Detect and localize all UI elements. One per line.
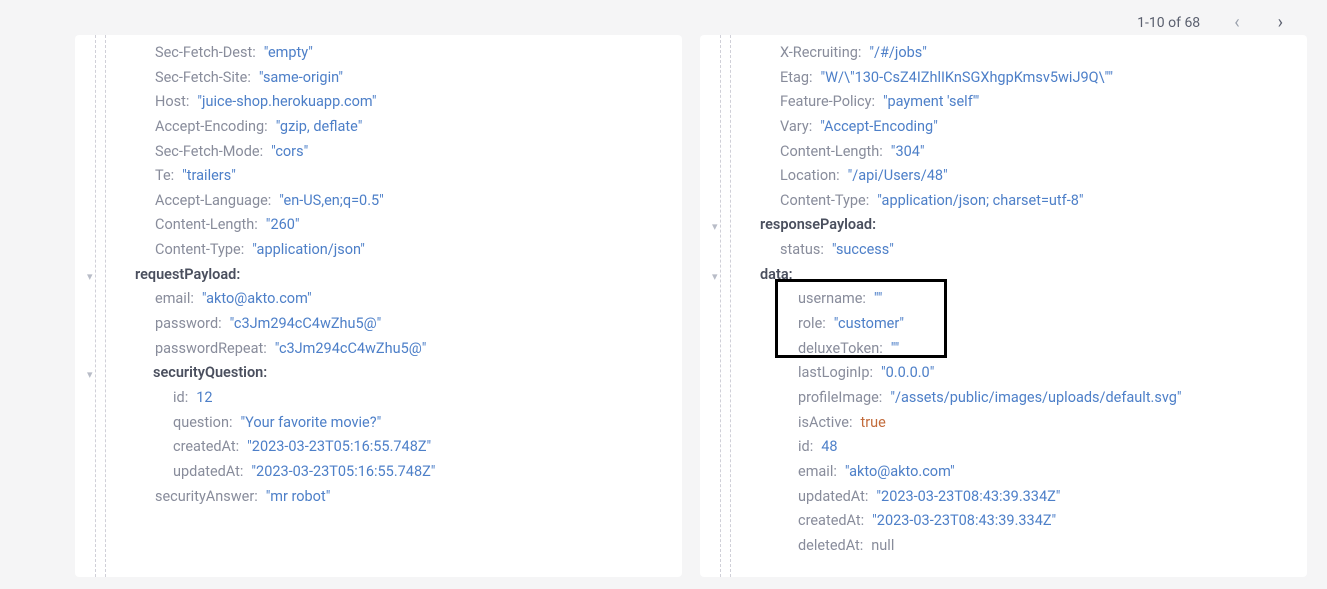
kv-val: "W/\"130-CsZ4IZhlIKnSGXhgpKmsv5wiJ9Q\"" bbox=[821, 66, 1114, 91]
kv-val: "/#/jobs" bbox=[869, 41, 927, 66]
security-question-section[interactable]: ▾ securityQuestion: bbox=[115, 361, 662, 386]
chevron-down-icon: ▾ bbox=[712, 218, 718, 237]
kv-val: "c3Jm294cC4wZhu5@" bbox=[230, 312, 382, 337]
chevron-right-icon[interactable]: › bbox=[1274, 8, 1287, 37]
pagination: 1-10 of 68 ‹ › bbox=[1137, 8, 1287, 37]
kv-val: "application/json; charset=utf-8" bbox=[877, 189, 1083, 214]
kv-key: Vary: bbox=[780, 115, 812, 140]
kv-val: "" bbox=[891, 337, 900, 362]
kv-key: createdAt: bbox=[173, 435, 239, 460]
kv-key: password: bbox=[155, 312, 222, 337]
kv-val: "same-origin" bbox=[259, 66, 343, 91]
kv-key: deletedAt: bbox=[798, 534, 863, 559]
kv-val: "customer" bbox=[834, 312, 904, 337]
kv-val: "Your favorite movie?" bbox=[240, 411, 381, 436]
kv-key: Content-Length: bbox=[780, 140, 883, 165]
response-tree: X-Recruiting: "/#/jobs" Etag: "W/\"130-CsZ… bbox=[740, 41, 1287, 558]
kv-val: "payment 'self'" bbox=[883, 90, 979, 115]
kv-val: "304" bbox=[891, 140, 925, 165]
kv-val: "2023-03-23T08:43:39.334Z" bbox=[872, 509, 1056, 534]
kv-val: "mr robot" bbox=[266, 485, 331, 510]
chevron-down-icon: ▾ bbox=[87, 366, 93, 385]
kv-key: id: bbox=[798, 435, 813, 460]
kv-key: isActive: bbox=[798, 411, 852, 436]
kv-key: Feature-Policy: bbox=[780, 90, 875, 115]
kv-key: Sec-Fetch-Dest: bbox=[155, 41, 256, 66]
request-payload-section[interactable]: ▾ requestPayload: bbox=[115, 263, 662, 288]
request-tree: Sec-Fetch-Dest: "empty" Sec-Fetch-Site: "s… bbox=[115, 41, 662, 509]
kv-key: question: bbox=[173, 411, 232, 436]
kv-val: 12 bbox=[196, 386, 212, 411]
kv-key: Host: bbox=[155, 90, 189, 115]
kv-key: Content-Type: bbox=[155, 238, 244, 263]
kv-key: Accept-Encoding: bbox=[155, 115, 268, 140]
kv-key: Te: bbox=[155, 164, 174, 189]
kv-val: true bbox=[860, 411, 885, 436]
kv-val: "/assets/public/images/uploads/default.s… bbox=[890, 386, 1181, 411]
kv-val: "akto@akto.com" bbox=[845, 460, 955, 485]
panels-container: Sec-Fetch-Dest: "empty" Sec-Fetch-Site: "s… bbox=[75, 35, 1307, 577]
kv-val: "2023-03-23T05:16:55.748Z" bbox=[247, 435, 431, 460]
kv-val: "2023-03-23T05:16:55.748Z" bbox=[251, 460, 435, 485]
request-panel: Sec-Fetch-Dest: "empty" Sec-Fetch-Site: "s… bbox=[75, 35, 682, 577]
kv-key: updatedAt: bbox=[173, 460, 243, 485]
response-panel: X-Recruiting: "/#/jobs" Etag: "W/\"130-CsZ… bbox=[700, 35, 1307, 577]
section-label: data: bbox=[760, 263, 793, 288]
kv-val: "c3Jm294cC4wZhu5@" bbox=[275, 337, 427, 362]
kv-key: status: bbox=[780, 238, 824, 263]
response-payload-section[interactable]: ▾ responsePayload: bbox=[740, 213, 1287, 238]
kv-val: "2023-03-23T08:43:39.334Z" bbox=[876, 485, 1060, 510]
kv-val: "juice-shop.herokuapp.com" bbox=[197, 90, 376, 115]
kv-key: lastLoginIp: bbox=[798, 361, 873, 386]
kv-key: Sec-Fetch-Mode: bbox=[155, 140, 263, 165]
kv-val: "gzip, deflate" bbox=[276, 115, 363, 140]
section-label: securityQuestion: bbox=[153, 361, 267, 386]
kv-key: email: bbox=[798, 460, 837, 485]
kv-key: email: bbox=[155, 287, 194, 312]
kv-key: passwordRepeat: bbox=[155, 337, 267, 362]
pagination-text: 1-10 of 68 bbox=[1137, 15, 1200, 31]
kv-val: "success" bbox=[832, 238, 894, 263]
data-section[interactable]: ▾ data: bbox=[740, 263, 1287, 288]
section-label: responsePayload: bbox=[760, 213, 876, 238]
kv-key: securityAnswer: bbox=[155, 485, 258, 510]
kv-val: "en-US,en;q=0.5" bbox=[279, 189, 384, 214]
kv-key: profileImage: bbox=[798, 386, 882, 411]
kv-key: Content-Length: bbox=[155, 213, 258, 238]
kv-val: "cors" bbox=[271, 140, 308, 165]
kv-key: Content-Type: bbox=[780, 189, 869, 214]
kv-key: updatedAt: bbox=[798, 485, 868, 510]
kv-val: "empty" bbox=[264, 41, 313, 66]
kv-val: "" bbox=[874, 287, 883, 312]
chevron-left-icon[interactable]: ‹ bbox=[1230, 8, 1243, 37]
kv-key: Etag: bbox=[780, 66, 813, 91]
kv-key: role: bbox=[798, 312, 826, 337]
chevron-down-icon: ▾ bbox=[712, 268, 718, 287]
kv-val: "260" bbox=[266, 213, 300, 238]
kv-key: Location: bbox=[780, 164, 840, 189]
section-label: requestPayload: bbox=[135, 263, 240, 288]
kv-key: Sec-Fetch-Site: bbox=[155, 66, 251, 91]
kv-val: "/api/Users/48" bbox=[848, 164, 948, 189]
kv-val: "trailers" bbox=[182, 164, 236, 189]
kv-val: 48 bbox=[821, 435, 837, 460]
kv-val: "0.0.0.0" bbox=[881, 361, 934, 386]
kv-key: Accept-Language: bbox=[155, 189, 271, 214]
kv-val: "application/json" bbox=[252, 238, 365, 263]
kv-val: "Accept-Encoding" bbox=[820, 115, 938, 140]
kv-key: username: bbox=[798, 287, 866, 312]
kv-key: id: bbox=[173, 386, 188, 411]
chevron-down-icon: ▾ bbox=[87, 268, 93, 287]
kv-key: X-Recruiting: bbox=[780, 41, 861, 66]
kv-key: deluxeToken: bbox=[798, 337, 883, 362]
kv-key: createdAt: bbox=[798, 509, 864, 534]
kv-val: null bbox=[871, 534, 894, 559]
kv-val: "akto@akto.com" bbox=[202, 287, 312, 312]
